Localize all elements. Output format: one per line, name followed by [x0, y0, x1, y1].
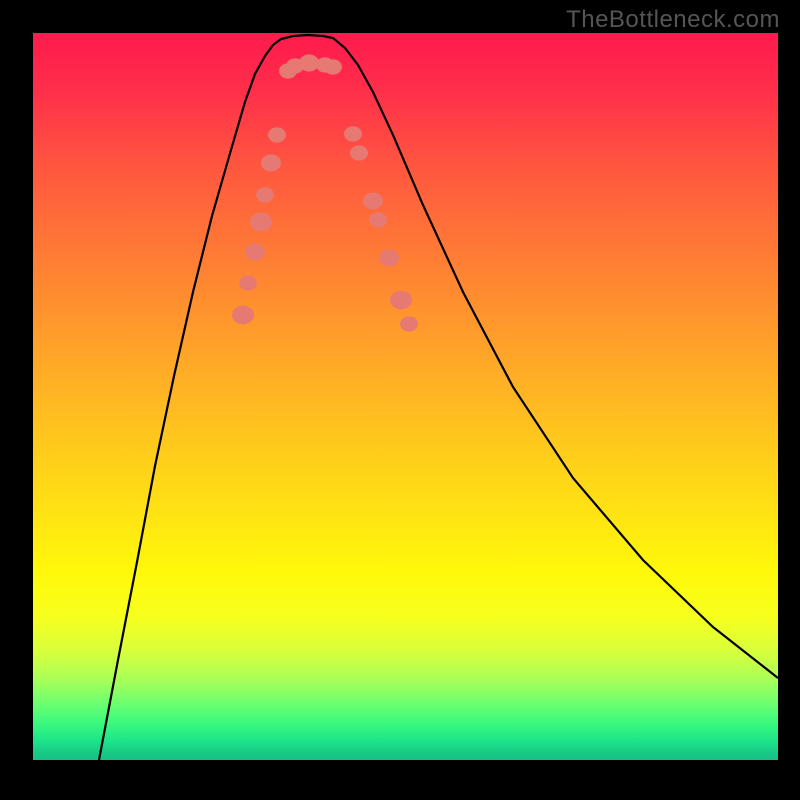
curve-marker [299, 55, 319, 72]
chart-svg [33, 33, 778, 760]
curve-marker [390, 291, 412, 310]
curve-marker [363, 193, 383, 210]
curve-marker [232, 306, 254, 325]
curve-marker [261, 155, 281, 172]
curve-marker [239, 275, 257, 290]
curve-marker [245, 244, 265, 261]
curve-marker [350, 145, 368, 160]
curve-marker [250, 213, 272, 232]
curve-marker [344, 126, 362, 141]
curve-marker [379, 250, 399, 267]
plot-area [33, 33, 778, 760]
chart-frame: TheBottleneck.com [0, 0, 800, 800]
curve-marker [256, 187, 274, 202]
credit-watermark: TheBottleneck.com [566, 6, 780, 34]
bottleneck-curve [99, 35, 778, 760]
curve-markers [232, 55, 418, 332]
curve-marker [369, 212, 387, 227]
curve-marker [400, 316, 418, 331]
curve-marker [268, 127, 286, 142]
curve-marker [324, 59, 342, 74]
